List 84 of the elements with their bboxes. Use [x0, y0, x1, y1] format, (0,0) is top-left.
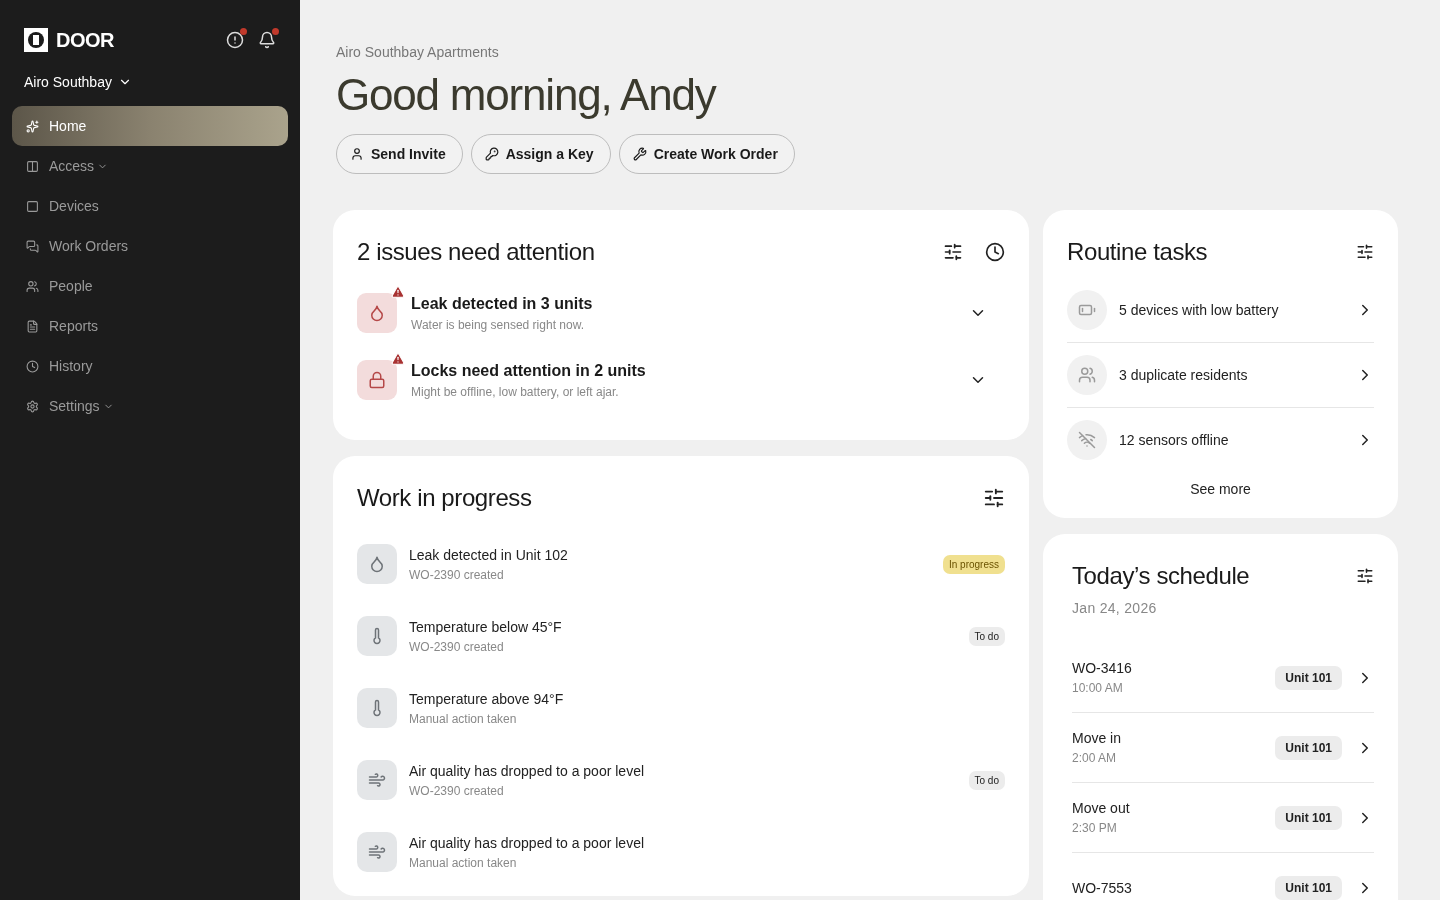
schedule-time: 2:00 AM: [1072, 751, 1118, 765]
card-title: Today’s schedule: [1072, 562, 1250, 590]
work-title: Air quality has dropped to a poor level: [409, 762, 646, 779]
nav-item[interactable]: People: [12, 266, 288, 306]
wifi-off-icon: [1078, 431, 1096, 449]
greeting: Good morning, Andy: [336, 70, 718, 120]
nav-icon: [26, 119, 39, 133]
wind-icon: [368, 771, 386, 789]
filter-icon[interactable]: [1356, 243, 1374, 261]
schedule-row[interactable]: Move in 2:00 AM Unit 101: [1072, 713, 1374, 783]
schedule-row[interactable]: WO-7553 Unit 101: [1072, 853, 1374, 900]
nav-item[interactable]: Devices: [12, 186, 288, 226]
nav-item[interactable]: Settings: [12, 386, 288, 426]
work-subtitle: WO-2390 created: [409, 783, 505, 798]
work-title: Leak detected in Unit 102: [409, 546, 569, 563]
action-button[interactable]: Create Work Order: [618, 134, 795, 174]
work-title: Temperature below 45°F: [409, 618, 563, 635]
schedule-date: Jan 24, 2026: [1072, 600, 1158, 616]
work-subtitle: Manual action taken: [409, 855, 518, 870]
bell-icon[interactable]: [258, 31, 276, 49]
schedule-time: 2:30 PM: [1072, 821, 1118, 835]
work-subtitle: Manual action taken: [409, 711, 518, 726]
issue-subtitle: Water is being sensed right now.: [411, 317, 585, 332]
schedule-title: Move in: [1072, 730, 1123, 746]
task-row[interactable]: 12 sensors offline: [1067, 408, 1374, 472]
nav-item[interactable]: History: [12, 346, 288, 386]
action-button[interactable]: Send Invite: [336, 134, 463, 174]
logo-text: DOOR: [56, 28, 114, 52]
lock-icon: [368, 371, 386, 389]
nav-item[interactable]: Home: [12, 106, 288, 146]
nav-icon: [26, 399, 39, 413]
issue-title: Locks need attention in 2 units: [411, 361, 647, 380]
nav-icon: [26, 239, 39, 253]
filter-icon[interactable]: [943, 242, 963, 262]
warning-icon: [391, 352, 405, 366]
droplet-icon: [368, 555, 386, 573]
warning-icon: [391, 285, 405, 299]
breadcrumb: Airo Southbay Apartments: [336, 44, 500, 60]
work-title: Air quality has dropped to a poor level: [409, 834, 646, 851]
unit-badge: Unit 101: [1275, 805, 1342, 830]
unit-badge: Unit 101: [1275, 665, 1342, 690]
filter-icon[interactable]: [1356, 567, 1374, 585]
property-selector[interactable]: Airo Southbay: [24, 74, 132, 90]
card-title: 2 issues need attention: [357, 238, 595, 266]
clock-icon[interactable]: [985, 242, 1005, 262]
person-icon: [350, 147, 364, 161]
task-row[interactable]: 3 duplicate residents: [1067, 343, 1374, 408]
nav-icon: [26, 279, 39, 293]
schedule-row[interactable]: WO-3416 10:00 AM Unit 101: [1072, 643, 1374, 713]
status-badge: To do: [968, 770, 1005, 790]
alert-icon[interactable]: [226, 31, 244, 49]
schedule-title: WO-3416: [1072, 660, 1133, 676]
key-icon: [484, 147, 499, 161]
schedule-title: WO-7553: [1072, 879, 1133, 896]
nav-icon: [26, 159, 39, 173]
schedule-row[interactable]: Move out 2:30 PM Unit 101: [1072, 783, 1374, 853]
task-row[interactable]: 5 devices with low battery: [1067, 278, 1374, 343]
droplet-icon: [368, 304, 386, 322]
nav-icon: [26, 359, 39, 373]
status-badge: In progress: [942, 554, 1005, 574]
action-button[interactable]: Assign a Key: [470, 134, 611, 174]
status-badge: To do: [968, 626, 1005, 646]
work-title: Temperature above 94°F: [409, 690, 565, 707]
schedule-title: Move out: [1072, 800, 1131, 816]
nav-item[interactable]: Reports: [12, 306, 288, 346]
nav-icon: [26, 199, 39, 213]
nav-item[interactable]: Work Orders: [12, 226, 288, 266]
issue-title: Leak detected in 3 units: [411, 294, 594, 313]
schedule-time: 10:00 AM: [1072, 681, 1124, 695]
nav-icon: [26, 319, 39, 333]
card-title: Work in progress: [357, 484, 532, 512]
issue-subtitle: Might be offline, low battery, or left ajar.: [411, 384, 620, 399]
unit-badge: Unit 101: [1275, 875, 1342, 900]
people-icon: [1078, 366, 1096, 384]
nav-item[interactable]: Access: [12, 146, 288, 186]
unit-badge: Unit 101: [1275, 735, 1342, 760]
work-subtitle: WO-2390 created: [409, 567, 505, 582]
filter-icon[interactable]: [983, 487, 1005, 509]
wrench-icon: [632, 147, 647, 161]
wind-icon: [368, 843, 386, 861]
work-subtitle: WO-2390 created: [409, 639, 505, 654]
card-title: Routine tasks: [1067, 238, 1208, 266]
see-more-button[interactable]: See more: [1184, 480, 1257, 498]
logo-icon: [24, 28, 48, 52]
